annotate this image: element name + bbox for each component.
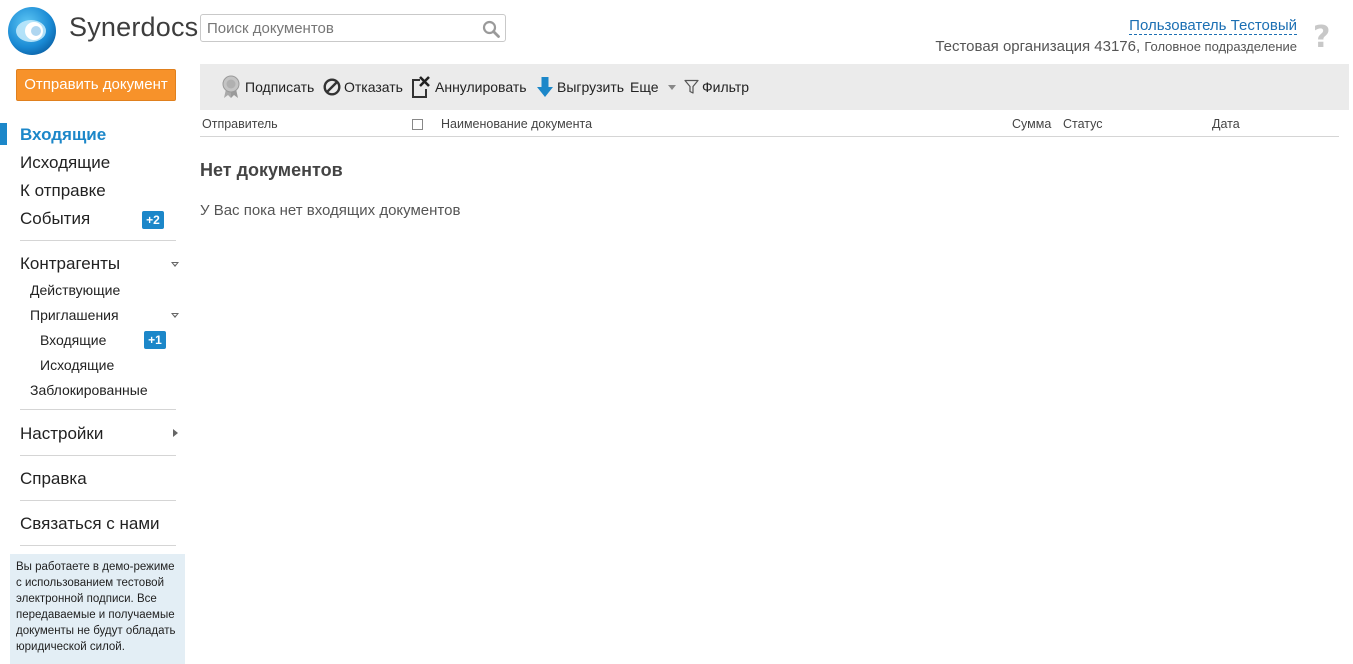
nav-incoming[interactable]: Входящие [20,125,106,145]
nav-contact[interactable]: Связаться с нами [20,514,160,534]
reject-icon [323,78,341,96]
caret-down-icon [667,85,676,90]
sidebar-divider [20,455,176,456]
column-sender[interactable]: Отправитель [202,117,278,131]
nav-to-send[interactable]: К отправке [20,181,106,201]
annul-label: Аннулировать [435,79,527,95]
reject-button[interactable]: Отказать [323,64,403,110]
select-all-checkbox[interactable] [412,119,423,130]
sidebar-divider [20,240,176,241]
column-document-name[interactable]: Наименование документа [441,117,592,131]
annul-document-icon [412,76,430,98]
filter-label: Фильтр [702,79,750,95]
chevron-down-icon[interactable] [171,262,179,267]
nav-invitations[interactable]: Приглашения [30,307,119,323]
table-header-divider [200,136,1339,137]
nav-events[interactable]: События [20,209,90,229]
organization-name: Тестовая организация 43176 [935,38,1136,55]
search-box [200,14,506,42]
search-icon[interactable] [482,20,500,38]
nav-invitations-incoming[interactable]: Входящие [40,332,106,348]
sidebar-divider [20,500,176,501]
organization-subdivision: Головное подразделение [1144,39,1297,54]
chevron-right-icon[interactable] [173,429,178,437]
sidebar-divider [20,409,176,410]
reject-label: Отказать [344,79,403,95]
toolbar: Подписать Отказать Аннулировать Выгрузит… [200,64,1349,110]
nav-invitations-outgoing[interactable]: Исходящие [40,357,114,373]
filter-icon [684,79,699,94]
help-icon[interactable]: ? [1313,20,1330,55]
organization-info: Тестовая организация 43176, Головное под… [935,38,1297,55]
sign-button[interactable]: Подписать [220,64,314,110]
demo-notice: Вы работаете в демо-режиме с использован… [10,554,185,664]
invitations-badge: +1 [144,331,166,349]
chevron-down-icon[interactable] [171,313,179,318]
events-badge: +2 [142,211,164,229]
nav-contractors-active[interactable]: Действующие [30,282,120,298]
search-input[interactable] [201,15,483,41]
nav-contractors[interactable]: Контрагенты [20,254,120,274]
empty-state-text: У Вас пока нет входящих документов [200,202,461,219]
export-label: Выгрузить [557,79,625,95]
column-sum[interactable]: Сумма [1012,117,1051,131]
more-dropdown[interactable]: Еще [630,64,682,110]
send-document-button[interactable]: Отправить документ [16,69,176,101]
nav-blocked[interactable]: Заблокированные [30,382,148,398]
sign-label: Подписать [245,79,315,95]
more-label: Еще [630,79,659,95]
nav-help[interactable]: Справка [20,469,87,489]
synerdocs-logo-icon[interactable] [7,6,57,56]
column-status[interactable]: Статус [1063,117,1103,131]
annul-button[interactable]: Аннулировать [410,64,527,110]
export-button[interactable]: Выгрузить [536,64,624,110]
active-indicator [0,123,7,145]
nav-settings[interactable]: Настройки [20,424,103,444]
user-name-link[interactable]: Пользователь Тестовый [1129,17,1297,35]
logo-text[interactable]: Synerdocs [69,12,198,43]
column-date[interactable]: Дата [1212,117,1240,131]
empty-state-title: Нет документов [200,160,343,180]
download-arrow-icon [537,77,553,97]
filter-button[interactable]: Фильтр [684,64,749,110]
seal-icon [222,75,240,98]
sidebar-divider [20,545,176,546]
nav-outgoing[interactable]: Исходящие [20,153,110,173]
